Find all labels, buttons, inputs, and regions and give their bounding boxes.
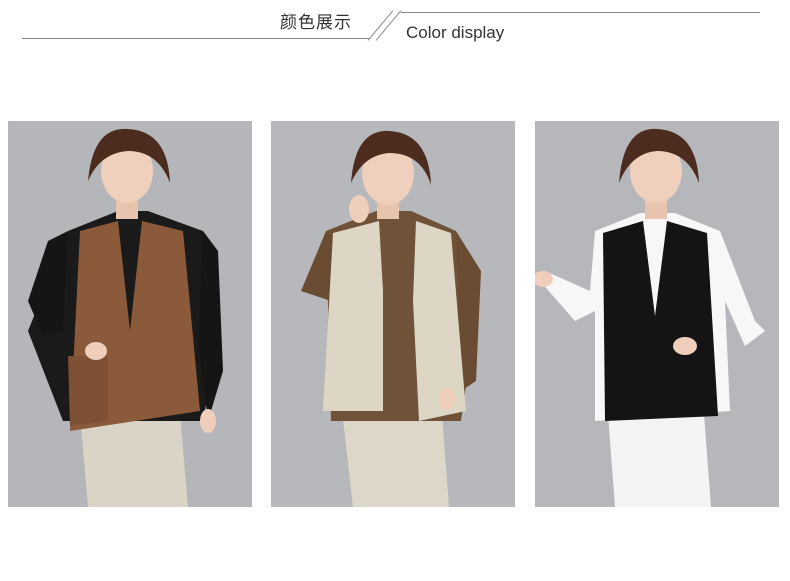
header-divider-left: [22, 38, 369, 39]
header-divider-right: [401, 12, 760, 13]
product-photo-beige-vest: [271, 121, 515, 507]
product-photo-brown-vest: [8, 121, 252, 507]
section-header: 颜色展示 Color display: [0, 0, 790, 60]
header-slash-1: [367, 10, 394, 41]
product-photo-black-vest: [535, 121, 779, 507]
section-title-english: Color display: [406, 23, 505, 42]
section-title-chinese: 颜色展示: [280, 13, 352, 33]
